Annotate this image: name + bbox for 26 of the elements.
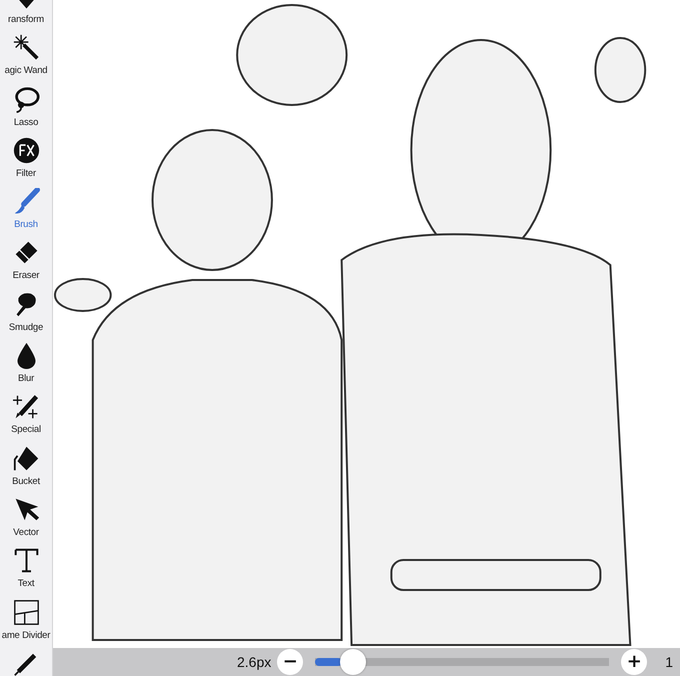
sparkle-pen-icon[interactable] [12,393,40,420]
tool-label[interactable]: ame Divider [2,628,50,643]
tool-label[interactable]: Text [18,577,34,592]
lasso-icon[interactable] [12,86,40,113]
filter-icon[interactable] [12,136,40,164]
arrow-cursor-icon[interactable] [12,496,40,523]
tool-label[interactable]: Eraser [12,269,40,284]
tool-label[interactable]: Smudge [8,320,44,335]
tool-label[interactable]: ransform [8,13,44,27]
opacity-value: 1 [665,654,674,670]
tool-label[interactable]: Bucket [12,474,40,489]
brush-icon[interactable] [12,188,40,216]
text-icon[interactable] [12,547,40,574]
tool-label[interactable]: Vector [13,526,39,540]
tool-label[interactable]: Filter [16,166,36,181]
tool-label[interactable]: Special [11,423,41,438]
slider-thumb[interactable] [340,649,366,675]
tool-label[interactable]: agic Wand [4,64,48,78]
paint-bucket-icon[interactable] [12,444,40,472]
tool-label[interactable]: Brush [14,218,38,232]
decrease-button[interactable]: − [277,649,304,675]
tool-label[interactable]: Lasso [14,116,38,130]
increase-button[interactable]: + [621,649,648,675]
magic-wand-icon[interactable] [12,34,40,62]
tool-label[interactable]: Blur [18,372,34,386]
brush-size-value: 2.6px [237,654,272,670]
